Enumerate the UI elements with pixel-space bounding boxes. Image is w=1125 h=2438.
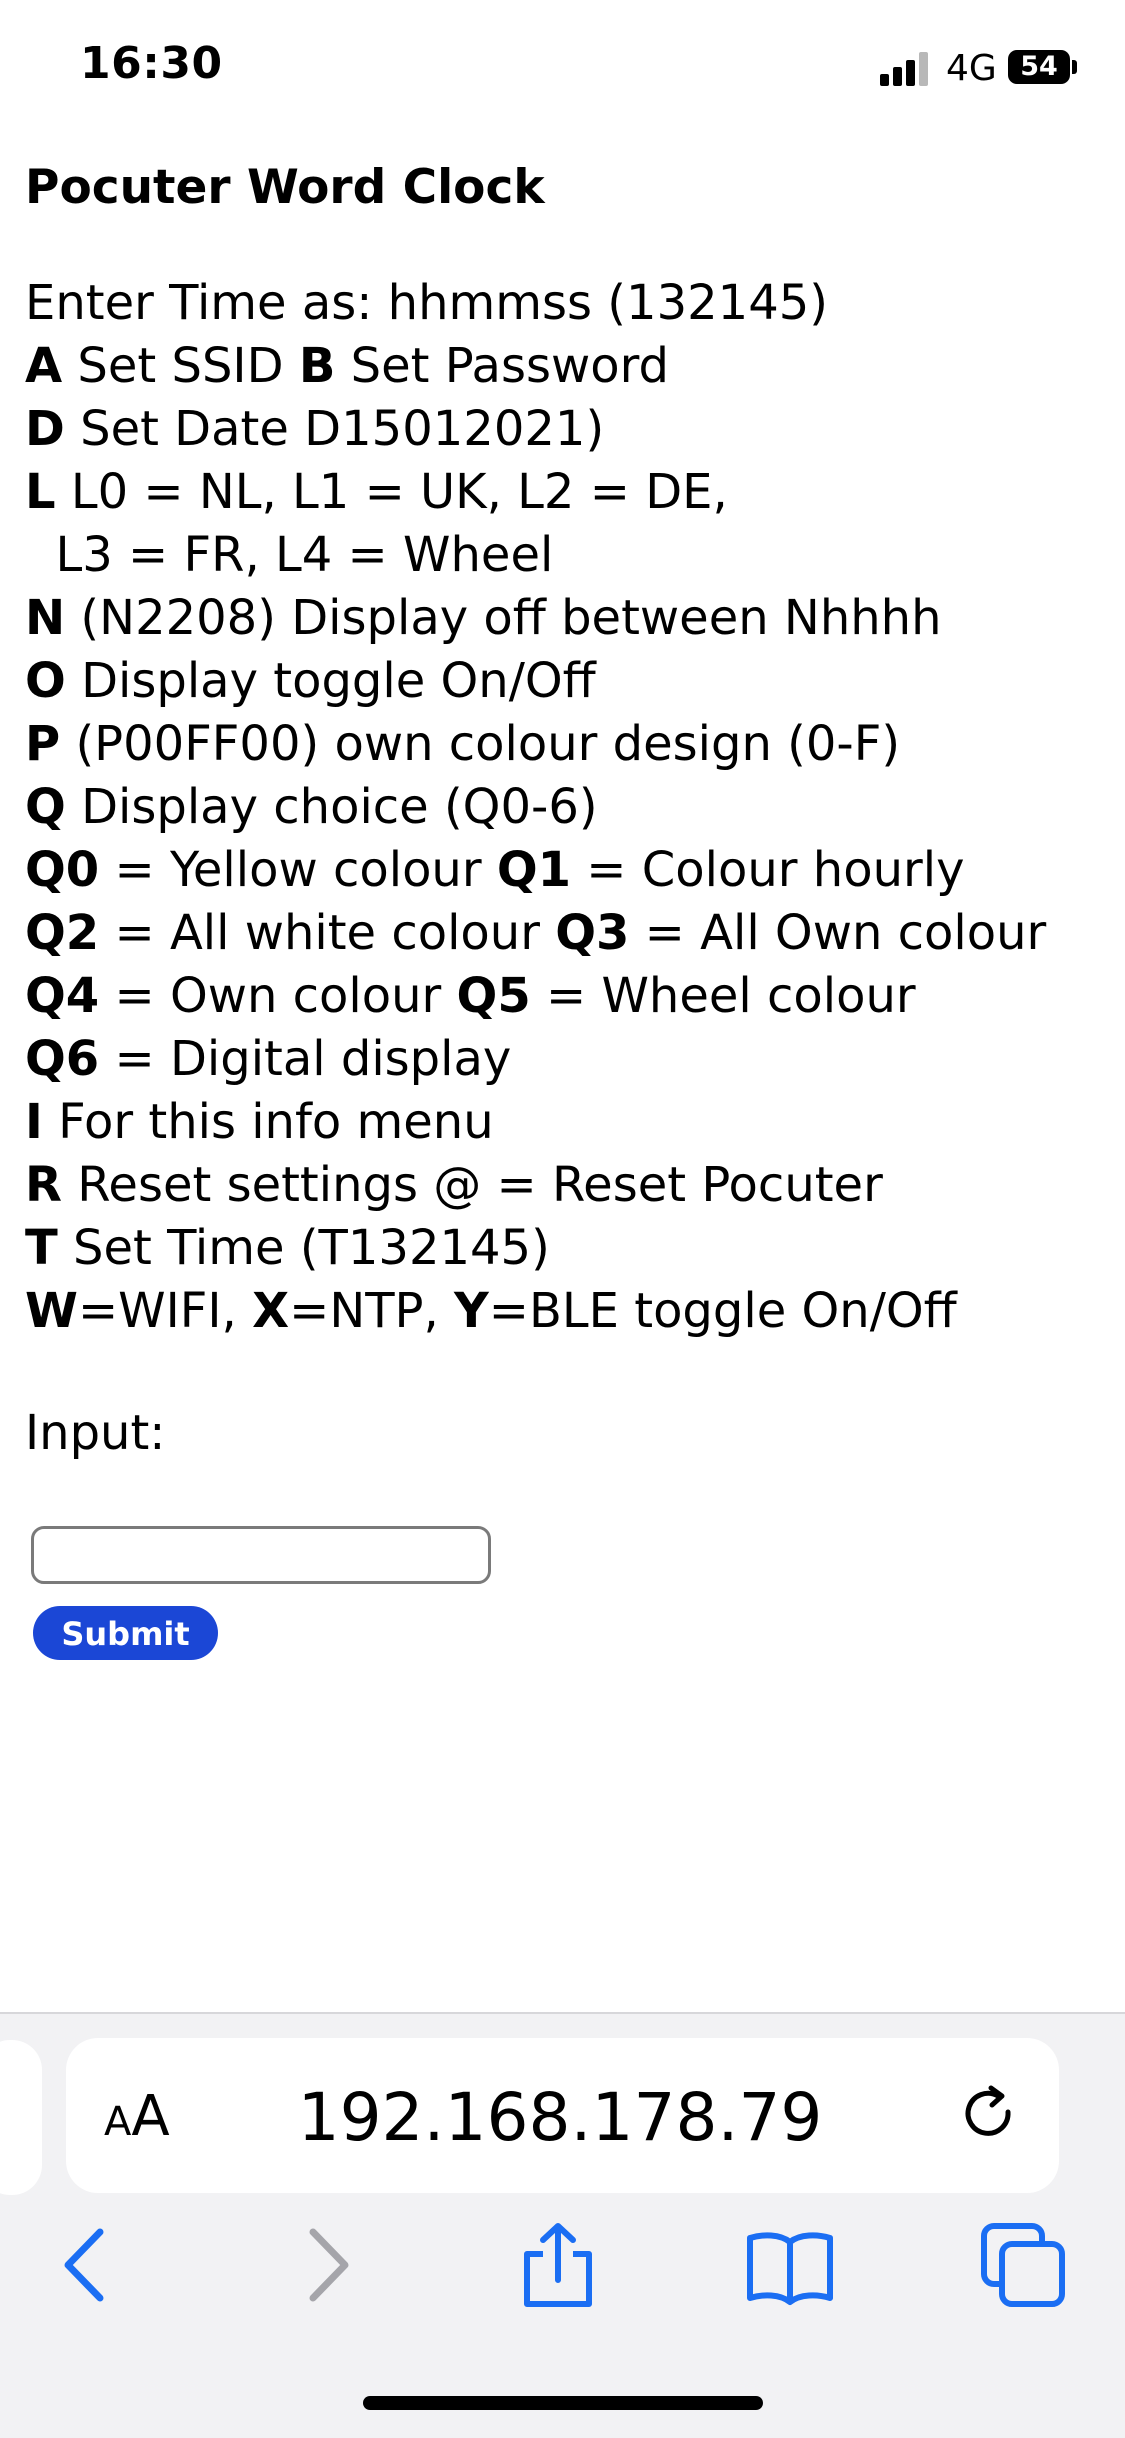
info-line: O Display toggle On/Off [25, 650, 1046, 713]
submit-button[interactable]: Submit [33, 1606, 218, 1660]
info-key: X [252, 1283, 290, 1339]
info-key: L [25, 464, 56, 520]
info-text: Enter Time as: hhmmss (132145) [25, 275, 828, 331]
info-text: Display toggle On/Off [65, 653, 596, 709]
info-line: T Set Time (T132145) [25, 1217, 1046, 1280]
info-key: Q1 [496, 842, 572, 898]
info-line: P (P00FF00) own colour design (0-F) [25, 713, 1046, 776]
info-key: W [25, 1283, 78, 1339]
info-line: Q2 = All white colour Q3 = All Own colou… [25, 902, 1046, 965]
forward-icon[interactable] [283, 2220, 373, 2310]
info-line: N (N2208) Display off between Nhhhh [25, 587, 1046, 650]
aa-small-letter: A [104, 2099, 132, 2145]
info-text: L3 = FR, L4 = Wheel [25, 527, 554, 583]
network-type: 4G [946, 48, 997, 89]
info-key: Q [25, 779, 66, 835]
info-line: Enter Time as: hhmmss (132145) [25, 272, 1046, 335]
url-text[interactable]: 192.168.178.79 [200, 2079, 920, 2156]
battery-nub [1072, 60, 1077, 74]
info-text: L0 = NL, L1 = UK, L2 = DE, [55, 464, 728, 520]
back-icon[interactable] [40, 2220, 130, 2310]
info-line: L3 = FR, L4 = Wheel [25, 524, 1046, 587]
info-text: Set Time (T132145) [57, 1220, 550, 1276]
info-menu: Enter Time as: hhmmss (132145) A Set SSID… [25, 272, 1046, 1343]
status-time: 16:30 [80, 38, 223, 89]
command-input[interactable] [31, 1526, 491, 1584]
info-key: N [25, 590, 66, 646]
cellular-signal-icon [880, 52, 928, 86]
input-label: Input: [25, 1405, 166, 1461]
info-text: = Own colour [99, 968, 457, 1024]
reload-icon[interactable] [958, 2082, 1022, 2146]
aa-large-letter: A [131, 2084, 170, 2149]
bookmarks-icon[interactable] [745, 2220, 835, 2310]
info-line: Q Display choice (Q0-6) [25, 776, 1046, 839]
info-line: R Reset settings @ = Reset Pocuter [25, 1154, 1046, 1217]
info-key: Q0 [25, 842, 100, 898]
info-line: I For this info menu [25, 1091, 1046, 1154]
info-text: =NTP, [289, 1283, 454, 1339]
info-text: Set Date D15012021) [64, 401, 605, 457]
info-text: Set Password [335, 338, 669, 394]
previous-tab-edge[interactable] [0, 2040, 42, 2195]
status-bar: 16:30 4G 54 [0, 0, 1125, 140]
info-text: For this info menu [42, 1094, 494, 1150]
info-text: = Yellow colour [99, 842, 497, 898]
share-icon[interactable] [513, 2220, 603, 2310]
info-key: Q6 [25, 1031, 100, 1087]
info-text: Display choice (Q0-6) [65, 779, 598, 835]
info-key: A [25, 338, 63, 394]
info-line: Q0 = Yellow colour Q1 = Colour hourly [25, 839, 1046, 902]
info-line: D Set Date D15012021) [25, 398, 1046, 461]
info-text: (N2208) Display off between Nhhhh [65, 590, 942, 646]
info-line: A Set SSID B Set Password [25, 335, 1046, 398]
battery-icon: 54 [1008, 50, 1070, 84]
tabs-icon[interactable] [978, 2220, 1068, 2310]
info-key: D [25, 401, 65, 457]
reader-aa-button[interactable]: AA [104, 2084, 170, 2149]
info-key: Q2 [25, 905, 100, 961]
info-key: Q3 [555, 905, 630, 961]
info-key: Q5 [456, 968, 531, 1024]
info-text: Set SSID [62, 338, 299, 394]
page-title: Pocuter Word Clock [25, 160, 545, 215]
info-text: Reset settings @ = Reset Pocuter [61, 1157, 883, 1213]
info-line: L L0 = NL, L1 = UK, L2 = DE, [25, 461, 1046, 524]
info-text: = Digital display [99, 1031, 512, 1087]
info-key: T [25, 1220, 58, 1276]
info-text: = Wheel colour [530, 968, 916, 1024]
info-key: Y [454, 1283, 489, 1339]
info-text: (P00FF00) own colour design (0-F) [60, 716, 901, 772]
info-text: = All white colour [99, 905, 556, 961]
info-text: =BLE toggle On/Off [488, 1283, 957, 1339]
info-key: I [25, 1094, 43, 1150]
home-indicator[interactable] [363, 2396, 763, 2410]
info-line: W=WIFI, X=NTP, Y=BLE toggle On/Off [25, 1280, 1046, 1343]
info-text: = All Own colour [629, 905, 1047, 961]
info-text: =WIFI, [77, 1283, 253, 1339]
info-text: = Colour hourly [571, 842, 965, 898]
info-key: R [25, 1157, 62, 1213]
info-line: Q4 = Own colour Q5 = Wheel colour [25, 965, 1046, 1028]
info-key: O [25, 653, 66, 709]
info-key: Q4 [25, 968, 100, 1024]
info-line: Q6 = Digital display [25, 1028, 1046, 1091]
info-key: P [25, 716, 61, 772]
info-key: B [298, 338, 336, 394]
